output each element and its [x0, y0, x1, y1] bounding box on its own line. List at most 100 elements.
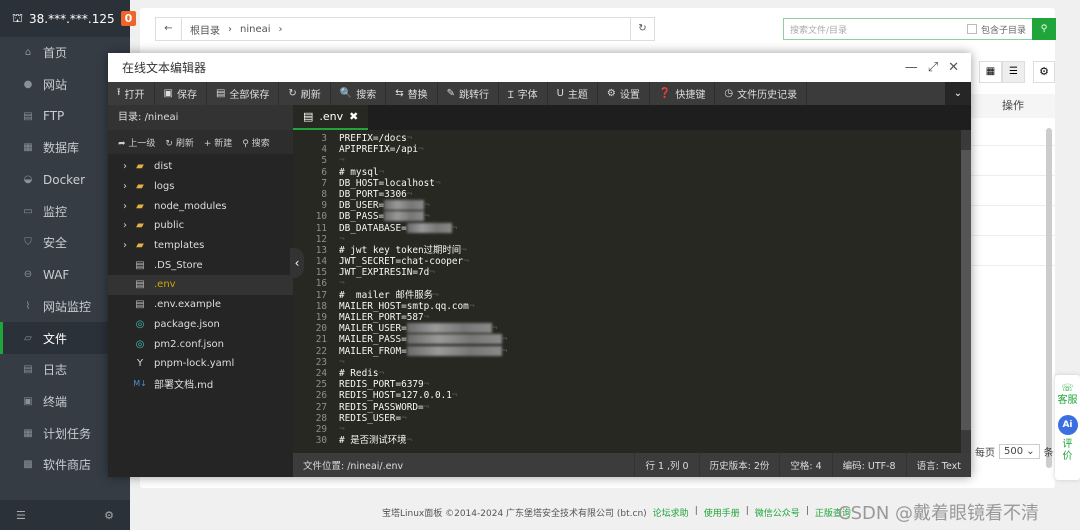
customer-service-button[interactable]: ☏ 客服 — [1055, 383, 1080, 407]
review-button[interactable]: 评价 — [1062, 439, 1074, 463]
close-tab-icon[interactable]: ✖ — [349, 110, 358, 123]
tree-action-1[interactable]: ↻ 刷新 — [165, 136, 193, 149]
file-tree-panel: 目录: /nineai ➦ 上一级 ↻ 刷新 + 新建 ⚲ 搜索 › ▰ dist › ▰ lo… — [108, 105, 293, 477]
headset-icon: ☏ — [1061, 383, 1074, 394]
close-icon[interactable]: ✕ — [948, 60, 959, 75]
include-subdir-checkbox[interactable] — [966, 24, 977, 34]
grid-view-button[interactable]: ▦ — [979, 61, 1002, 83]
per-page-value: 500 — [1004, 446, 1024, 457]
file-tree-item[interactable]: M↓ 部署文档.md — [108, 374, 293, 394]
gear-icon[interactable]: ⚙ — [1033, 61, 1055, 83]
server-ip: 38.***.***.125 — [29, 11, 115, 26]
toolbar-button-7[interactable]: Ɪ 字体 — [499, 82, 548, 105]
toolbar-label: 刷新 — [300, 90, 321, 101]
minimize-icon[interactable]: — — [905, 60, 918, 75]
search-button[interactable]: ⚲ — [1032, 18, 1056, 40]
history-versions[interactable]: 历史版本: 2份 — [698, 453, 780, 477]
file-name: pnpm-lock.yaml — [154, 358, 235, 370]
toolbar-icon-7: Ɪ — [508, 89, 514, 101]
file-icon: ▤ — [135, 259, 145, 271]
file-tree-item[interactable]: ▤ .env.example — [108, 295, 293, 315]
chevron-right-icon: › — [123, 220, 127, 232]
refresh-icon[interactable]: ↻ — [630, 18, 654, 40]
line-end-marker: ¬ — [406, 133, 413, 144]
settings-icon[interactable]: ⚙ — [104, 509, 114, 522]
line-end-marker: ¬ — [501, 334, 508, 346]
notification-badge[interactable]: 0 — [120, 11, 137, 26]
footer-link-manual[interactable]: 使用手册 — [704, 506, 740, 519]
code-line: 16 ¬ — [293, 278, 971, 289]
search-input[interactable]: 搜索文件/目录 — [784, 23, 967, 36]
line-end-marker: ¬ — [406, 188, 413, 200]
apps-icon: ▩ — [23, 459, 33, 471]
line-text: MAILER_HOST=smtp.qq.com — [339, 300, 469, 312]
toolbar-button-10[interactable]: ❓ 快捷键 — [650, 82, 716, 105]
maximize-icon[interactable]: ⤢ — [928, 60, 938, 75]
toolbar-button-5[interactable]: ⇆ 替换 — [386, 82, 438, 105]
toolbar-button-0[interactable]: ⭱ 打开 — [108, 82, 155, 105]
line-text: MAILER_PASS= — [339, 334, 407, 346]
line-number: 22 — [315, 345, 327, 357]
line-text: MAILER_PORT=587 — [339, 312, 424, 323]
code-line: 27 REDIS_PASSWORD= ¬ — [293, 402, 971, 413]
file-name: logs — [154, 181, 175, 193]
file-tree-item[interactable]: ▤ .env — [108, 275, 293, 295]
code-line: 25 REDIS_PORT=6379 ¬ — [293, 379, 971, 390]
line-end-marker: ¬ — [432, 289, 439, 301]
toolbar-button-3[interactable]: ↻ 刷新 — [279, 82, 331, 105]
collapse-menu-icon[interactable]: ☰ — [16, 509, 26, 522]
footer-link-wechat[interactable]: 微信公众号 — [755, 506, 800, 519]
toolbar-label: 文件历史记录 — [737, 90, 798, 101]
line-end-marker: ¬ — [424, 200, 430, 212]
crumb-nineai[interactable]: nineai — [240, 24, 271, 35]
toolbar-button-6[interactable]: ✎ 跳转行 — [438, 82, 500, 105]
file-tree-item[interactable]: ▤ .DS_Store — [108, 255, 293, 275]
ai-button[interactable]: Ai — [1057, 415, 1078, 435]
toolbar-button-8[interactable]: U 主题 — [548, 82, 598, 105]
redacted-value — [384, 200, 425, 211]
line-number: 19 — [315, 312, 327, 323]
list-view-button[interactable]: ☰ — [1002, 61, 1025, 83]
tree-action-2[interactable]: + 新建 — [204, 136, 232, 149]
file-tree-item[interactable]: › ▰ public — [108, 216, 293, 236]
back-button[interactable]: ← — [156, 18, 182, 40]
file-tree-item[interactable]: ◎ pm2.conf.json — [108, 334, 293, 354]
file-tree-item[interactable]: › ▰ dist — [108, 157, 293, 177]
toolbar-button-4[interactable]: 🔍 搜索 — [331, 82, 387, 105]
file-tree-item[interactable]: Ypnpm-lock.yaml — [108, 354, 293, 374]
tree-action-0[interactable]: ➦ 上一级 — [118, 136, 155, 149]
toolbar-button-1[interactable]: ▣ 保存 — [155, 82, 207, 105]
server-icon: ⛫ — [12, 10, 24, 25]
shield-icon: ⛉ — [24, 237, 32, 249]
scrollbar[interactable] — [1046, 128, 1052, 468]
tree-action-3[interactable]: ⚲ 搜索 — [242, 136, 269, 149]
file-icon: ▤ — [303, 110, 314, 123]
toolbar-button-9[interactable]: ⚙ 设置 — [598, 82, 650, 105]
file-tree-item[interactable]: › ▰ logs — [108, 177, 293, 197]
code-editor[interactable]: 3 PREFIX=/docs ¬ 4 APIPREFIX=/api ¬ 5 ¬ 6 # mysql… — [293, 130, 971, 453]
sidebar-item-label: 文件 — [43, 331, 68, 346]
line-number: 30 — [315, 435, 327, 447]
toolbar-button-11[interactable]: ◷ 文件历史记录 — [715, 82, 808, 105]
file-tree-item[interactable]: › ▰ templates — [108, 236, 293, 256]
file-tree-item[interactable]: ◎ package.json — [108, 315, 293, 335]
footer-link-forum[interactable]: 论坛求助 — [653, 506, 689, 519]
chevron-down-icon[interactable]: ⌄ — [945, 82, 971, 105]
encoding-setting[interactable]: 编码: UTF-8 — [831, 453, 906, 477]
folder-icon: ▰ — [136, 200, 144, 212]
toolbar-button-2[interactable]: ▤ 全部保存 — [207, 82, 280, 105]
line-number: 25 — [315, 379, 327, 391]
tree-actions: ➦ 上一级 ↻ 刷新 + 新建 ⚲ 搜索 — [108, 130, 293, 154]
file-name: dist — [154, 161, 173, 173]
line-text: # 是否测试环境 — [339, 435, 407, 447]
line-number: 10 — [315, 211, 327, 223]
editor-scrollbar[interactable] — [961, 130, 971, 453]
language-setting[interactable]: 语言: Text — [905, 453, 971, 477]
collapse-tree-button[interactable]: ‹ — [290, 248, 304, 278]
sidebar-item-label: 安全 — [43, 236, 68, 251]
per-page-select[interactable]: 500 ⌄ — [999, 444, 1040, 459]
tab-env[interactable]: ▤ .env ✖ — [293, 105, 368, 130]
crumb-root[interactable]: 根目录 — [190, 22, 220, 37]
indent-setting[interactable]: 空格: 4 — [779, 453, 831, 477]
file-tree-item[interactable]: › ▰ node_modules — [108, 196, 293, 216]
